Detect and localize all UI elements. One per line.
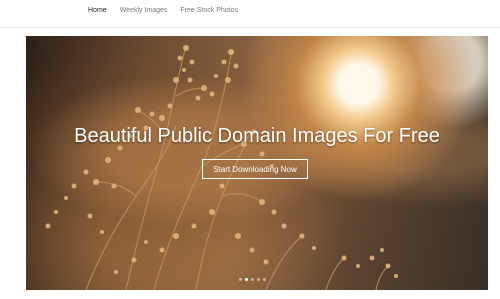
top-navigation: Home Weekly Images Free Stock Photos <box>0 0 500 28</box>
slide-dot-2[interactable] <box>245 278 248 281</box>
slide-dot-1[interactable] <box>239 278 242 281</box>
slide-dot-3[interactable] <box>251 278 254 281</box>
slider-pagination <box>239 278 266 281</box>
nav-links: Home Weekly Images Free Stock Photos <box>88 6 238 15</box>
nav-weekly-images-link[interactable]: Weekly Images <box>120 6 168 15</box>
start-downloading-button[interactable]: Start Downloading Now <box>202 159 308 179</box>
nav-free-stock-photos-link[interactable]: Free Stock Photos <box>180 6 238 15</box>
hero-slider: Beautiful Public Domain Images For Free … <box>26 36 488 290</box>
hero-title: Beautiful Public Domain Images For Free <box>74 125 440 147</box>
slide-dot-4[interactable] <box>257 278 260 281</box>
slide-dot-5[interactable] <box>263 278 266 281</box>
nav-home-link[interactable]: Home <box>88 6 107 15</box>
